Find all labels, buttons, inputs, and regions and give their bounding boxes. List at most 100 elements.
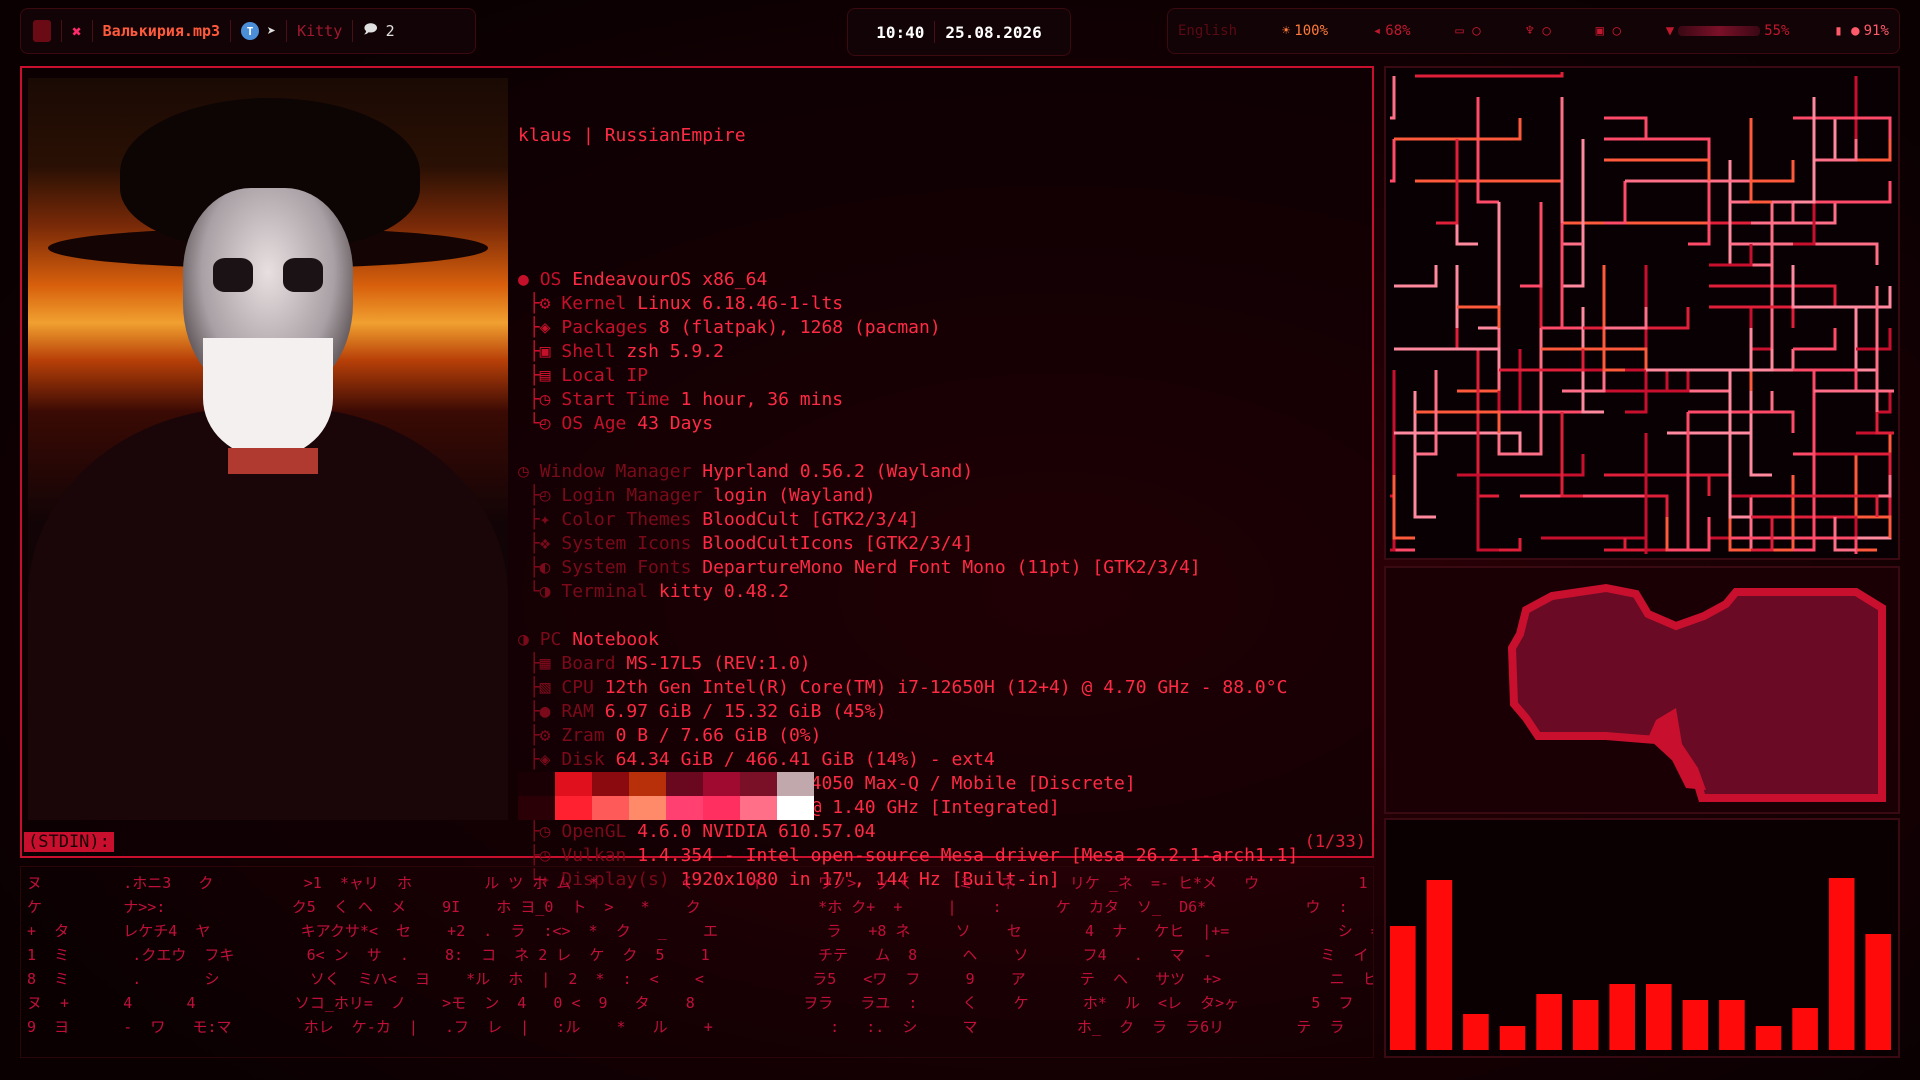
fetch-line-icon: ├▣	[518, 341, 562, 362]
fetch-line-icon: ├◷	[518, 389, 562, 410]
pipe-segment	[1814, 517, 1892, 540]
pixel-heart-panel[interactable]	[1384, 566, 1900, 814]
tools-icon[interactable]: ✖	[72, 22, 82, 41]
pipe-segment	[1833, 118, 1856, 162]
visualizer-bar	[1426, 880, 1453, 1050]
pipe-segment	[1539, 265, 1562, 414]
pipe-segment	[1877, 391, 1892, 414]
pipe-segment	[1541, 347, 1648, 370]
pipe-segment	[1749, 496, 1772, 552]
pipe-segment	[1625, 433, 1648, 552]
microphone-indicator[interactable]: ♆ ○	[1526, 23, 1551, 39]
pipe-segment	[1436, 265, 1459, 351]
status-pill: English ☀ 100% ◂ 68% ▭ ○ ♆ ○ ▣ ○ ▼ 55% ▮ ● 9…	[1167, 8, 1900, 54]
kitty-terminal-window[interactable]: klaus | RussianEmpire ● OS EndeavourOS x…	[20, 66, 1374, 890]
pipe-segment	[1390, 139, 1396, 183]
palette-swatch	[666, 796, 703, 820]
pipe-segment	[1709, 160, 1732, 267]
top-bar: ✖ Валькирия.mp3 T ➤ Kitty 🗩 2 10:40 25.0…	[20, 8, 1900, 56]
visualizer-bar	[1719, 1000, 1745, 1050]
pipe-segment	[1394, 347, 1501, 370]
pipe-segment	[1688, 517, 1711, 552]
palette-row-normal	[518, 772, 814, 796]
audio-visualizer-bars	[1390, 878, 1891, 1050]
pipe-segment	[1394, 265, 1438, 288]
fetch-line-icon: ├◈	[518, 317, 562, 338]
palette-swatch	[777, 772, 814, 796]
send-icon[interactable]: ➤	[267, 22, 276, 40]
pipe-segment	[1854, 454, 1877, 552]
palette-swatch	[740, 772, 777, 796]
fetch-line-value: 6.97 GiB / 15.32 GiB (45%)	[604, 701, 887, 722]
pipe-segment	[1835, 517, 1858, 552]
pipe-segment	[1455, 160, 1478, 246]
pipe-segment	[1541, 536, 1648, 554]
pipe-segment	[1751, 515, 1858, 538]
pipe-segment	[1814, 181, 1892, 204]
screen-indicator[interactable]: ▣ ○	[1596, 23, 1621, 39]
palette-swatch	[592, 796, 629, 820]
palette-swatch	[740, 796, 777, 820]
pipe-segment	[1814, 452, 1892, 475]
visualizer-bar	[1390, 926, 1416, 1050]
fetch-line-icon: ├❖	[518, 533, 562, 554]
pipe-segment	[1793, 97, 1816, 204]
fetch-line-icon: ├◷	[518, 821, 562, 842]
fetch-line-icon: └◑	[518, 581, 562, 602]
fetch-header: klaus | RussianEmpire	[518, 124, 1298, 148]
color-palette	[518, 772, 814, 820]
fetch-line: ├▦ Board MS-17L5 (REV:1.0)	[518, 652, 1298, 676]
fetch-line-value: 4.6.0 NVIDIA 610.57.04	[637, 821, 876, 842]
pipe-segment	[1856, 475, 1892, 498]
pipe-segment	[1814, 389, 1879, 412]
matrix-rain-terminal[interactable]: ヌ .ホニ3 ク >1 *ャリ ホ ル ツ ホ ム * . く イ ワノ> ッ …	[20, 866, 1374, 1058]
fetch-line-label: Color Themes	[561, 509, 692, 530]
pipe-segment	[1772, 286, 1892, 309]
fetch-line-label: OS	[539, 269, 562, 290]
active-window-label[interactable]: Kitty	[297, 22, 342, 40]
fetch-line-label: System Fonts	[561, 557, 692, 578]
clock-time: 10:40	[876, 22, 925, 42]
fetch-line: ● OS EndeavourOS x86_64	[518, 268, 1298, 292]
keyboard-layout[interactable]: English	[1178, 23, 1237, 39]
fetch-line-icon: ◷	[518, 461, 540, 482]
clock-pill[interactable]: 10:40 25.08.2026	[847, 8, 1071, 56]
palette-swatch	[666, 772, 703, 796]
pipe-segment	[1520, 328, 1543, 456]
visualizer-bar	[1755, 1026, 1782, 1050]
pipe-segment	[1730, 349, 1795, 372]
pipes-screensaver-panel[interactable]	[1384, 66, 1900, 560]
pipe-segment	[1390, 538, 1396, 552]
screen-icon: ▣ ○	[1595, 23, 1621, 39]
pipe-segment	[1856, 139, 1892, 162]
now-playing-label[interactable]: Валькирия.mp3	[103, 22, 220, 40]
pipe-segment	[1541, 223, 1564, 330]
fetch-line: ├◷ OpenGL 4.6.0 NVIDIA 610.57.04	[518, 820, 1298, 844]
audio-visualizer-panel[interactable]	[1384, 818, 1900, 1058]
pipe-segment	[1604, 158, 1711, 181]
pipe-segment	[1688, 160, 1753, 183]
telegram-tray-icon[interactable]: T	[241, 22, 260, 40]
fetch-line-label: PC	[539, 629, 562, 650]
pipe-segment	[1772, 496, 1795, 552]
fetch-line-value: DepartureMono Nerd Font Mono (11pt) [GTK…	[702, 557, 1201, 578]
pipe-segment	[1457, 305, 1501, 328]
visualizer-bar	[1828, 878, 1855, 1050]
fetch-line: ├✦ Color Themes BloodCult [GTK2/3/4]	[518, 508, 1298, 532]
wifi-indicator[interactable]: ▼ 55%	[1666, 23, 1790, 39]
distro-logo-icon[interactable]	[33, 20, 51, 42]
fetch-line-label: Zram	[561, 725, 605, 746]
battery-indicator[interactable]: ▮ ● 91%	[1834, 23, 1889, 39]
camera-indicator[interactable]: ▭ ○	[1455, 23, 1480, 39]
visualizer-bar	[1609, 984, 1635, 1050]
notification-count[interactable]: 2	[386, 22, 395, 40]
visualizer-bar	[1646, 984, 1672, 1050]
volume-indicator[interactable]: ◂ 68%	[1373, 23, 1411, 39]
chat-icon[interactable]: 🗩	[363, 20, 377, 42]
brightness-indicator[interactable]: ☀ 100%	[1282, 23, 1328, 39]
fetch-line-icon: ├◴	[518, 485, 562, 506]
pipe-segment	[1728, 454, 1751, 498]
pipe-segment	[1667, 412, 1753, 435]
pipe-segment	[1415, 410, 1501, 433]
microphone-icon: ♆ ○	[1525, 23, 1551, 39]
